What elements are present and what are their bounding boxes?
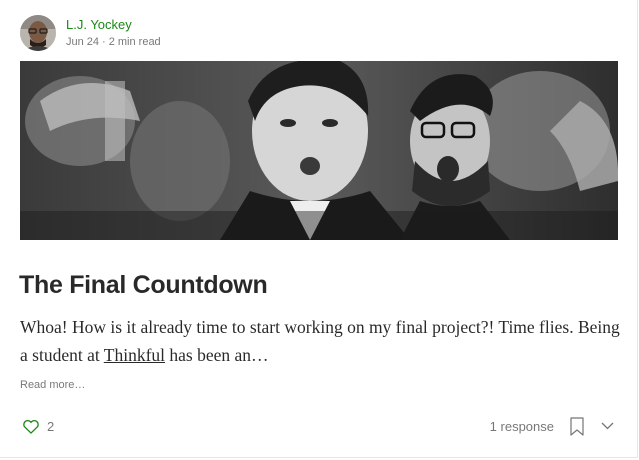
post-header: L.J. Yockey Jun 24 · 2 min read [20,14,161,52]
author-name[interactable]: L.J. Yockey [66,17,161,33]
chevron-down-icon[interactable] [597,414,617,438]
post-card: L.J. Yockey Jun 24 · 2 min read The Fina… [0,0,638,458]
heart-icon[interactable] [20,415,42,437]
snippet-link[interactable]: Thinkful [104,345,165,365]
post-actions: 1 response [490,414,617,438]
clap-count[interactable]: 2 [47,419,54,434]
post-date[interactable]: Jun 24 [66,36,99,48]
responses-link[interactable]: 1 response [490,419,554,434]
hero-image[interactable] [20,61,618,240]
bookmark-icon[interactable] [567,414,587,438]
post-snippet[interactable]: Whoa! How is it already time to start wo… [20,313,625,369]
meta-separator: · [102,35,106,48]
post-meta: Jun 24 · 2 min read [66,34,161,50]
snippet-text-after: has been an… [165,345,269,365]
read-more-link[interactable]: Read more… [20,379,85,391]
author-meta: L.J. Yockey Jun 24 · 2 min read [66,17,161,50]
clap-area: 2 [20,415,54,437]
post-title[interactable]: The Final Countdown [19,268,268,302]
read-time: 2 min read [108,35,161,48]
avatar[interactable] [20,15,56,51]
